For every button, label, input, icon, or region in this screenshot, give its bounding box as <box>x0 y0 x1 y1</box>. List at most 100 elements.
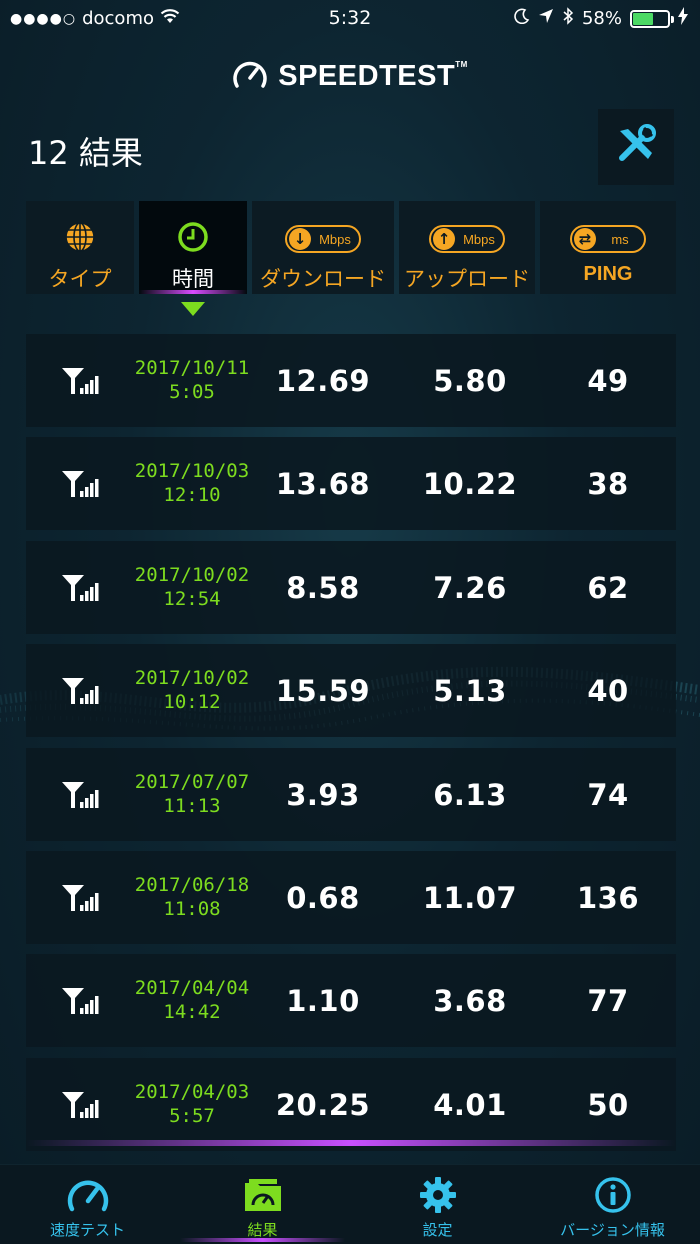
result-time: 11:13 <box>163 794 221 817</box>
result-row[interactable]: 2017/10/11 5:05 12.69 5.80 49 <box>26 334 676 427</box>
info-icon <box>594 1176 632 1218</box>
status-bar: ●●●●○ docomo 5:32 58% <box>0 0 700 38</box>
result-time: 12:54 <box>163 587 221 610</box>
logo-trademark: TM <box>455 59 468 69</box>
speedometer-logo-icon <box>232 58 268 94</box>
cellular-connection-icon <box>60 674 100 710</box>
download-mbps-icon: ↓ Mbps <box>285 225 361 253</box>
result-date: 2017/10/02 <box>134 667 250 690</box>
column-header-upload[interactable]: ↑ Mbps アップロード <box>399 201 535 294</box>
cellular-connection-icon <box>60 364 100 400</box>
result-ping: 49 <box>587 364 629 398</box>
result-ping: 62 <box>587 570 629 605</box>
result-download: 3.93 <box>286 777 360 812</box>
result-row[interactable]: 2017/10/02 12:54 8.58 7.26 62 <box>26 540 676 634</box>
result-time: 11:08 <box>163 898 221 920</box>
tab-label-settings: 設定 <box>422 1221 453 1239</box>
result-time: 5:05 <box>169 381 215 403</box>
result-date: 2017/04/03 <box>134 1080 250 1103</box>
column-header-ping[interactable]: ⇄ ms PING <box>540 201 676 294</box>
tab-results[interactable]: 結果 <box>175 1165 350 1244</box>
result-datetime: 2017/10/11 5:05 <box>126 356 258 404</box>
result-time: 14:42 <box>163 1001 221 1024</box>
result-datetime: 2017/07/07 11:13 <box>126 770 258 818</box>
result-time: 10:12 <box>163 691 221 714</box>
result-datetime: 2017/04/04 14:42 <box>126 976 258 1024</box>
result-ping: 77 <box>587 984 629 1019</box>
result-date: 2017/04/04 <box>134 977 250 1000</box>
result-upload: 3.68 <box>433 984 507 1019</box>
result-datetime: 2017/06/18 11:08 <box>126 873 258 921</box>
charging-bolt-icon <box>678 7 688 30</box>
sort-descending-indicator <box>181 302 205 316</box>
result-row[interactable]: 2017/06/18 11:08 0.68 11.07 136 <box>26 851 676 944</box>
gear-icon <box>419 1176 457 1218</box>
list-end-indicator <box>26 1140 676 1146</box>
results-column-headers: タイプ 時間 ↓ Mbps ダウンロード ↑ Mbps アップロード ⇄ ms PIN… <box>26 201 676 294</box>
result-date: 2017/10/02 <box>134 563 250 586</box>
result-ping: 38 <box>587 467 629 502</box>
result-time: 5:57 <box>169 1104 215 1127</box>
column-header-type[interactable]: タイプ <box>26 201 134 294</box>
column-header-time[interactable]: 時間 <box>139 201 247 294</box>
result-upload: 4.01 <box>433 1087 507 1122</box>
result-date: 2017/06/18 <box>134 874 250 896</box>
column-label-download: ダウンロード <box>260 267 386 291</box>
result-download: 20.25 <box>275 1087 371 1122</box>
app-logo: SPEEDTESTTM <box>0 58 700 94</box>
upload-mbps-icon: ↑ Mbps <box>429 225 505 253</box>
result-upload: 6.13 <box>433 777 507 812</box>
result-ping: 50 <box>587 1087 629 1122</box>
result-row[interactable]: 2017/04/03 5:57 20.25 4.01 50 <box>26 1057 676 1151</box>
result-download: 8.58 <box>286 570 360 605</box>
column-header-download[interactable]: ↓ Mbps ダウンロード <box>252 201 394 294</box>
speedometer-icon <box>66 1175 110 1219</box>
clock-icon <box>177 221 209 257</box>
results-folder-icon <box>243 1177 283 1217</box>
moon-icon <box>514 8 530 29</box>
tools-button[interactable] <box>598 109 674 185</box>
tab-speed-test[interactable]: 速度テスト <box>0 1165 175 1244</box>
tab-settings[interactable]: 設定 <box>350 1165 525 1244</box>
tab-version-info[interactable]: バージョン情報 <box>525 1165 700 1244</box>
tab-label-results: 結果 <box>247 1221 278 1239</box>
bluetooth-icon <box>562 7 574 30</box>
result-ping: 74 <box>587 777 629 812</box>
active-column-indicator <box>139 290 247 294</box>
result-datetime: 2017/10/02 10:12 <box>126 666 258 714</box>
result-upload: 5.80 <box>433 364 507 398</box>
result-upload: 5.13 <box>433 674 507 709</box>
globe-icon <box>64 221 96 257</box>
result-upload: 11.07 <box>422 881 518 915</box>
result-datetime: 2017/10/02 12:54 <box>126 563 258 611</box>
tab-label-speed-test: 速度テスト <box>49 1221 125 1239</box>
cellular-connection-icon <box>60 984 100 1020</box>
result-row[interactable]: 2017/10/03 12:10 13.68 10.22 38 <box>26 437 676 531</box>
logo-text: SPEEDTEST <box>278 59 456 92</box>
cellular-connection-icon <box>60 571 100 607</box>
result-ping: 136 <box>576 881 640 915</box>
column-label-type: タイプ <box>48 267 112 291</box>
result-download: 13.68 <box>275 467 371 502</box>
column-label-time: 時間 <box>172 267 214 291</box>
result-datetime: 2017/04/03 5:57 <box>126 1080 258 1128</box>
ping-ms-icon: ⇄ ms <box>570 225 646 253</box>
result-upload: 7.26 <box>433 570 507 605</box>
cellular-connection-icon <box>60 881 100 917</box>
battery-icon <box>630 9 674 28</box>
tools-icon <box>614 123 658 171</box>
result-datetime: 2017/10/03 12:10 <box>126 459 258 507</box>
result-row[interactable]: 2017/10/02 10:12 15.59 5.13 40 <box>26 644 676 738</box>
result-date: 2017/10/03 <box>134 460 250 483</box>
cellular-connection-icon <box>60 778 100 814</box>
location-arrow-icon <box>538 8 554 29</box>
page-title: 12 結果 <box>28 134 143 172</box>
result-row[interactable]: 2017/04/04 14:42 1.10 3.68 77 <box>26 954 676 1048</box>
cellular-connection-icon <box>60 1088 100 1124</box>
result-download: 12.69 <box>275 364 371 398</box>
result-time: 12:10 <box>163 484 221 507</box>
tab-bar: 速度テスト 結果 設定 バージョン情報 <box>0 1164 700 1244</box>
result-upload: 10.22 <box>422 467 518 502</box>
result-row[interactable]: 2017/07/07 11:13 3.93 6.13 74 <box>26 747 676 841</box>
result-date: 2017/07/07 <box>134 770 250 793</box>
